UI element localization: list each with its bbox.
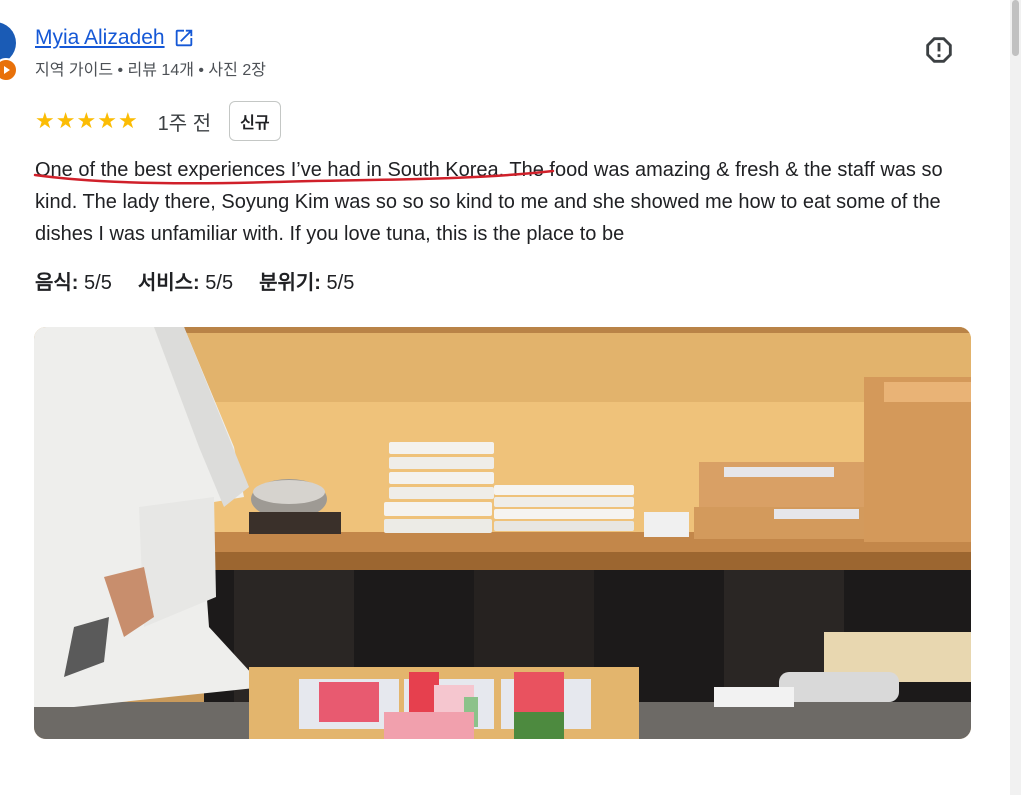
star-icon: ★ [117,108,138,133]
review-time: 1주 전 [157,112,212,135]
scrollbar-thumb[interactable] [1012,0,1019,56]
sub-rating-service: 서비스: 5/5 [137,272,234,294]
red-underline-annotation [33,169,555,185]
author-row: Myia Alizadeh [35,26,195,50]
star-icon: ★ [97,108,117,133]
star-rating: ★ ★ ★ ★ ★ [35,110,138,132]
local-guide-badge-icon [0,58,18,82]
author-meta: 지역 가이드 • 리뷰 14개 • 사진 2장 [35,62,266,79]
review-card: Myia Alizadeh 지역 가이드 • 리뷰 14개 • 사진 2장 ★ … [0,0,1021,795]
new-badge: 신규 [229,101,281,141]
sub-ratings: 음식: 5/5 서비스: 5/5 분위기: 5/5 [35,266,354,295]
star-icon: ★ [35,108,55,133]
rating-row: ★ ★ ★ ★ ★ 1주 전 신규 [35,101,281,141]
external-link-icon[interactable] [173,27,195,49]
author-name-link[interactable]: Myia Alizadeh [35,26,165,50]
star-icon: ★ [55,108,76,133]
sub-rating-atmosphere: 분위기: 5/5 [259,272,355,294]
report-icon[interactable] [922,33,956,67]
review-photo[interactable] [34,327,971,739]
star-icon: ★ [76,108,97,133]
scrollbar[interactable] [1010,0,1021,795]
sub-rating-food: 음식: 5/5 [35,272,112,294]
